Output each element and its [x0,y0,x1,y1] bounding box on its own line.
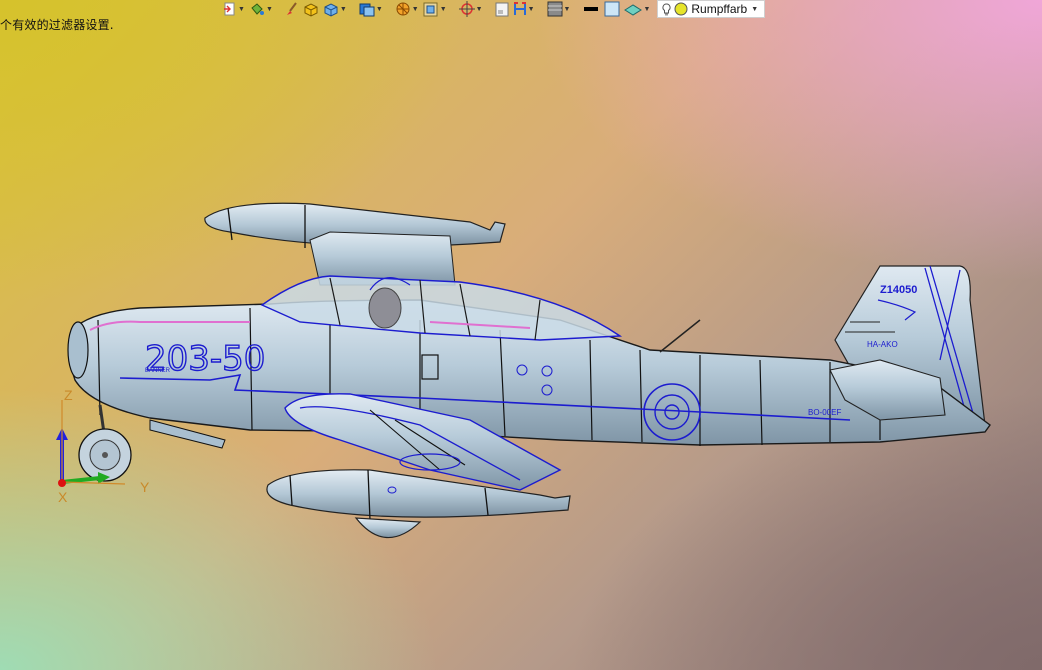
fuselage-small-text: BANNER [145,368,171,374]
axis-y-label: Y [140,479,150,495]
model-viewport[interactable]: Z14050 HA-AKO 203-50 BANNER BO-00EF Z Y … [0,0,1042,670]
tail-reg: HA-AKO [867,340,898,349]
axis-x-label: X [58,489,68,505]
pilot-figure [368,287,402,329]
rear-code: BO-00EF [808,408,841,417]
axis-z-label: Z [64,387,73,403]
tail-code: Z14050 [880,284,917,296]
